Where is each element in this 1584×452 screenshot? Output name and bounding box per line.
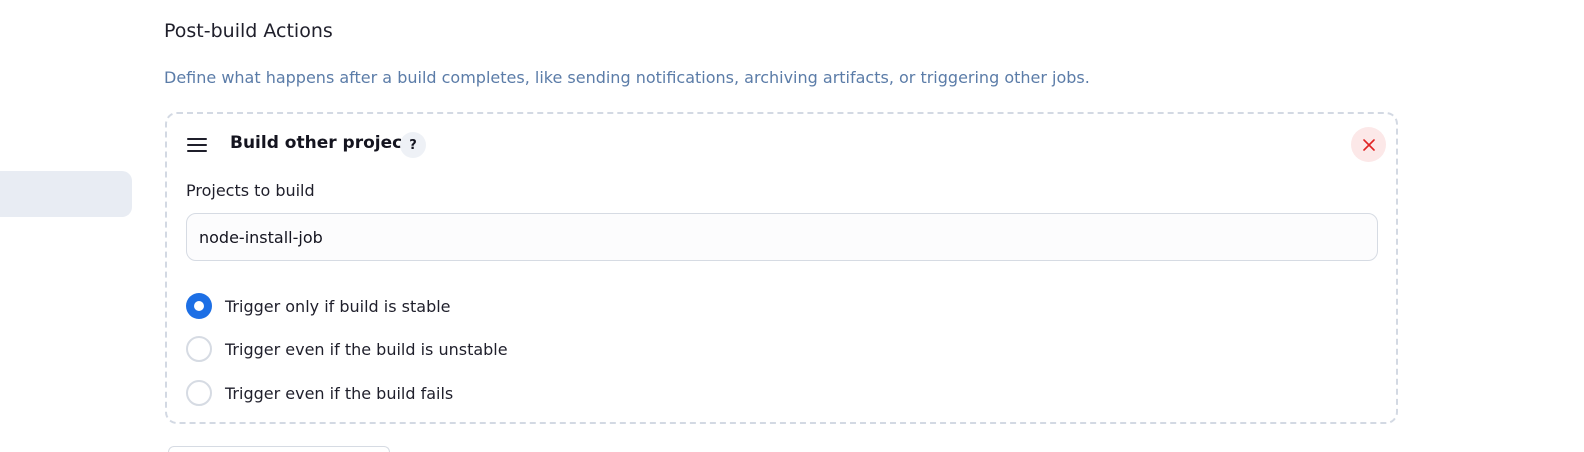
close-button[interactable] bbox=[1351, 127, 1386, 162]
drag-handle-icon[interactable] bbox=[187, 138, 209, 152]
add-post-build-action-button[interactable] bbox=[168, 446, 390, 452]
radio-option-unstable[interactable]: Trigger even if the build is unstable bbox=[186, 335, 508, 363]
projects-to-build-input[interactable] bbox=[186, 213, 1378, 261]
radio-label: Trigger even if the build is unstable bbox=[225, 339, 508, 359]
close-icon bbox=[1362, 138, 1375, 151]
radio-option-fails[interactable]: Trigger even if the build fails bbox=[186, 379, 453, 407]
radio-label: Trigger only if build is stable bbox=[225, 296, 451, 316]
section-title: Post-build Actions bbox=[164, 20, 333, 42]
sidebar-selected-item[interactable] bbox=[0, 171, 132, 217]
radio-button[interactable] bbox=[186, 336, 212, 362]
card-title: Build other projects bbox=[230, 133, 421, 153]
radio-option-stable[interactable]: Trigger only if build is stable bbox=[186, 292, 451, 320]
radio-button[interactable] bbox=[186, 380, 212, 406]
page: Post-build Actions Define what happens a… bbox=[0, 0, 1584, 452]
radio-label: Trigger even if the build fails bbox=[225, 383, 454, 403]
section-description: Define what happens after a build comple… bbox=[164, 68, 1090, 87]
projects-to-build-label: Projects to build bbox=[186, 181, 315, 200]
build-other-projects-card: Build other projects ? Projects to build… bbox=[165, 112, 1398, 424]
radio-button[interactable] bbox=[186, 293, 212, 319]
help-button[interactable]: ? bbox=[400, 132, 426, 158]
